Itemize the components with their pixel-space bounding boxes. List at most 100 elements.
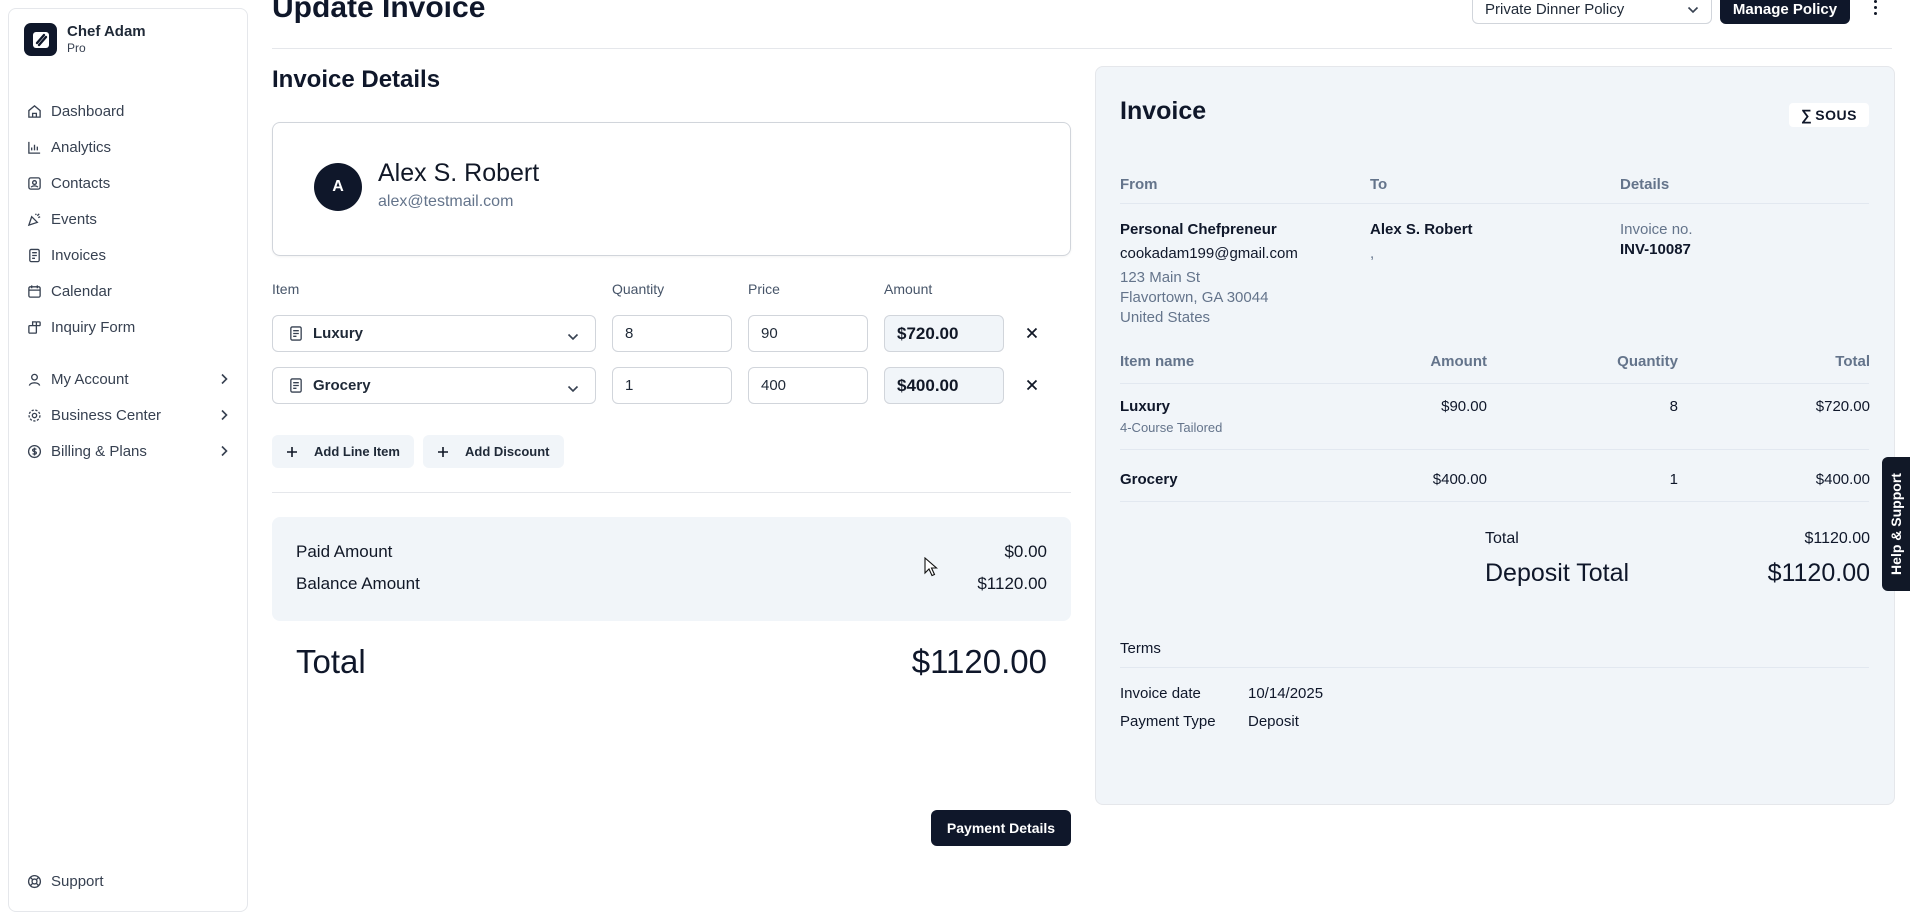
brand[interactable]: Chef Adam Pro (24, 23, 146, 56)
sidebar-item-label: Invoices (51, 246, 107, 264)
quantity-input[interactable] (612, 367, 732, 404)
sidebar-item-label: Calendar (51, 282, 112, 300)
sidebar-item-invoices[interactable]: Invoices (9, 237, 247, 273)
column-header-amount: Amount (884, 281, 933, 297)
row-quantity: 8 (1669, 398, 1678, 415)
item-select[interactable]: Luxury (272, 315, 596, 352)
col-total: Total (1835, 353, 1870, 370)
sidebar-item-events[interactable]: Events (9, 201, 247, 237)
header-divider (272, 48, 1892, 49)
add-line-item-label: Add Line Item (314, 444, 400, 459)
invoice-number-label: Invoice no. (1620, 221, 1693, 238)
from-email: cookadam199@gmail.com (1120, 245, 1298, 262)
client-card[interactable]: A Alex S. Robert alex@testmail.com (272, 122, 1071, 256)
line-item-row: Grocery $400.00 (272, 367, 1072, 405)
total-label: Total (296, 643, 366, 680)
invoice-date-label: Invoice date (1120, 685, 1201, 702)
row-quantity: 1 (1669, 471, 1678, 488)
balance-summary: Paid Amount $0.00 Balance Amount $1120.0… (272, 517, 1071, 621)
document-icon (26, 247, 42, 263)
lifebuoy-icon (26, 873, 42, 889)
amount-value: $400.00 (884, 367, 1004, 404)
item-select[interactable]: Grocery (272, 367, 596, 404)
col-item-name: Item name (1120, 353, 1195, 370)
sidebar-item-label: Contacts (51, 174, 111, 192)
gear-icon (26, 407, 42, 423)
contact-icon (26, 175, 42, 191)
preview-total-label: Total (1485, 530, 1519, 547)
remove-line-item-icon[interactable] (1024, 377, 1040, 393)
from-address-line3: United States (1120, 309, 1211, 326)
sidebar-item-label: My Account (51, 370, 129, 388)
chevron-down-icon (1687, 1, 1699, 18)
balance-amount-label: Balance Amount (296, 574, 420, 593)
column-header-quantity: Quantity (612, 281, 665, 297)
chevron-right-icon (219, 408, 229, 425)
deposit-total-label: Deposit Total (1485, 559, 1630, 587)
payment-details-button[interactable]: Payment Details (931, 810, 1071, 846)
more-options-icon[interactable] (1868, 0, 1882, 18)
sidebar-item-my-account[interactable]: My Account (9, 361, 247, 397)
brand-plan: Pro (67, 41, 86, 55)
column-header-price: Price (748, 281, 780, 297)
sidebar-item-billing-plans[interactable]: Billing & Plans (9, 433, 247, 469)
calendar-icon (26, 283, 42, 299)
col-quantity: Quantity (1617, 353, 1678, 370)
dollar-icon (26, 443, 42, 459)
form-icon (26, 319, 42, 335)
row-total: $720.00 (1815, 398, 1870, 415)
from-address-line1: 123 Main St (1120, 269, 1201, 286)
sous-logo-text: SOUS (1815, 107, 1857, 123)
form-divider (272, 492, 1071, 493)
chevron-down-icon (567, 380, 579, 397)
col-amount: Amount (1430, 353, 1487, 370)
remove-line-item-icon[interactable] (1024, 325, 1040, 341)
add-discount-label: Add Discount (465, 444, 550, 459)
divider (1120, 383, 1869, 384)
sidebar-item-dashboard[interactable]: Dashboard (9, 93, 247, 129)
divider (1120, 449, 1869, 450)
sidebar-item-calendar[interactable]: Calendar (9, 273, 247, 309)
client-email: alex@testmail.com (378, 193, 514, 210)
invoice-preview: Invoice ∑ SOUS From To Details Personal C… (1095, 66, 1895, 805)
sidebar-item-support[interactable]: Support (9, 863, 247, 899)
sidebar-item-inquiry-form[interactable]: Inquiry Form (9, 309, 247, 345)
divider (1120, 501, 1869, 502)
client-name: Alex S. Robert (378, 159, 540, 187)
item-select-value: Luxury (313, 325, 364, 342)
sidebar-item-contacts[interactable]: Contacts (9, 165, 247, 201)
brand-name: Chef Adam (67, 23, 146, 40)
sidebar-item-business-center[interactable]: Business Center (9, 397, 247, 433)
chevron-right-icon (219, 444, 229, 461)
document-icon (289, 326, 303, 341)
add-discount-button[interactable]: Add Discount (423, 435, 564, 468)
sidebar-item-label: Dashboard (51, 102, 125, 120)
line-item-row: Luxury $720.00 (272, 315, 1072, 353)
help-support-label: Help & Support (1888, 473, 1905, 575)
row-amount: $400.00 (1432, 471, 1487, 488)
policy-select[interactable]: Private Dinner Policy (1472, 0, 1712, 24)
details-heading: Details (1620, 176, 1670, 193)
from-heading: From (1120, 176, 1158, 193)
sidebar-item-analytics[interactable]: Analytics (9, 129, 247, 165)
document-icon (289, 378, 303, 393)
divider (1120, 667, 1869, 668)
manage-policy-button[interactable]: Manage Policy (1720, 0, 1850, 24)
bar-chart-icon (26, 139, 42, 155)
sidebar-item-label: Business Center (51, 406, 162, 424)
balance-amount-value: $1120.00 (977, 574, 1047, 593)
chevron-down-icon (567, 328, 579, 345)
avatar: A (314, 163, 362, 211)
add-line-item-button[interactable]: Add Line Item (272, 435, 414, 468)
section-title: Invoice Details (272, 66, 441, 93)
quantity-input[interactable] (612, 315, 732, 352)
item-select-value: Grocery (313, 377, 371, 394)
terms-heading: Terms (1120, 640, 1161, 657)
price-input[interactable] (748, 315, 868, 352)
price-input[interactable] (748, 367, 868, 404)
paid-amount-label: Paid Amount (296, 542, 393, 561)
row-total: $400.00 (1815, 471, 1870, 488)
sidebar-groups: My Account Business Center Billing & Pla… (9, 361, 247, 469)
help-support-tab[interactable]: Help & Support (1882, 457, 1910, 591)
mouse-cursor-icon (924, 556, 938, 582)
